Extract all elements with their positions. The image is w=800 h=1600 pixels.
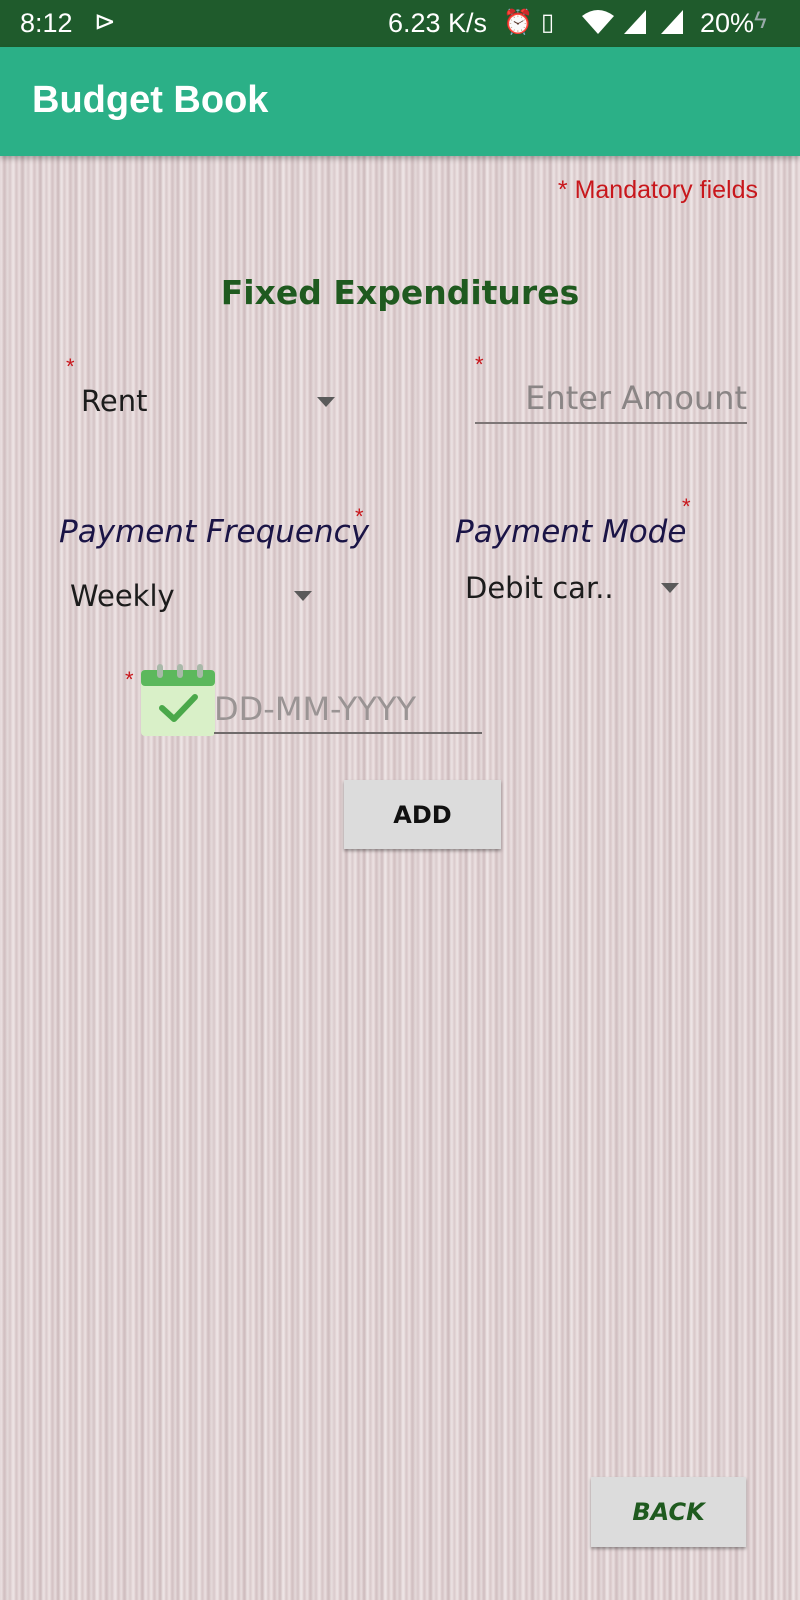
required-marker: *: [125, 667, 134, 692]
alarm-icon: ⏰: [503, 9, 533, 36]
chevron-down-icon: [294, 591, 312, 601]
mandatory-fields-note: * Mandatory fields: [557, 176, 758, 204]
amount-input[interactable]: [475, 374, 747, 424]
vibrate-icon: ▯: [541, 9, 555, 36]
app-bar: Budget Book: [0, 47, 800, 156]
signal-x-icon: [659, 8, 685, 43]
add-button[interactable]: ADD: [344, 780, 501, 849]
app-title: Budget Book: [32, 79, 269, 121]
status-time: 8:12: [20, 8, 73, 38]
section-title: Fixed Expenditures: [220, 273, 580, 312]
required-marker: *: [682, 494, 691, 519]
calendar-check-icon[interactable]: [140, 664, 216, 738]
chevron-down-icon: [661, 583, 679, 593]
payment-frequency-value: Weekly: [70, 579, 175, 613]
status-bar: 8:12 ⊳ 6.23 K/s ⏰ ▯ 20% ϟ: [0, 0, 800, 47]
category-value: Rent: [81, 384, 148, 418]
payment-mode-value: Debit car..: [465, 571, 614, 605]
payment-mode-label: Payment Mode: [455, 514, 687, 550]
payment-frequency-label: Payment Frequency: [59, 514, 370, 550]
chevron-down-icon: [317, 397, 335, 407]
play-store-notification-icon: ⊳: [94, 6, 116, 36]
battery-level: 20%: [700, 8, 755, 38]
required-marker: *: [66, 354, 75, 379]
signal-r-icon: [622, 8, 648, 43]
battery-charging-icon: ϟ: [754, 7, 767, 34]
network-speed: 6.23 K/s: [388, 8, 488, 38]
required-marker: *: [355, 504, 364, 529]
wifi-icon: [580, 8, 616, 43]
back-button[interactable]: BACK: [591, 1477, 746, 1547]
date-input[interactable]: [214, 686, 482, 734]
